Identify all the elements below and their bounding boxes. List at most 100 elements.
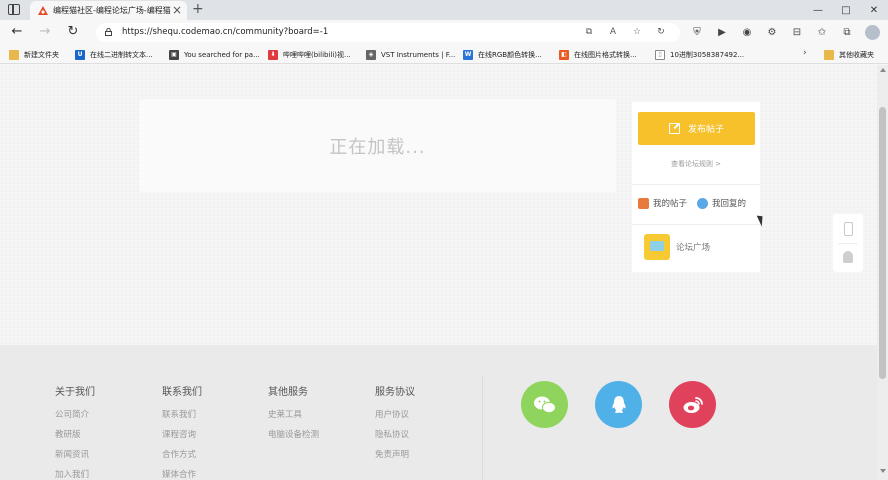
scroll-down-icon[interactable]: [880, 469, 886, 473]
publish-post-label: 发布帖子: [687, 125, 724, 135]
other-favorites-label: 其他收藏夹: [839, 50, 874, 59]
scroll-up-icon[interactable]: [880, 68, 886, 72]
url-text[interactable]: https://shequ.codemao.cn/community?board…: [122, 27, 328, 37]
weibo-icon[interactable]: [669, 381, 716, 428]
settings-icon[interactable]: ⚙: [763, 23, 781, 41]
bookmark-label: 哔哩哔哩(bilibili)视...: [283, 50, 351, 59]
my-links-row: 我的帖子 我回复的: [638, 197, 746, 209]
refresh-settings-icon[interactable]: ↻: [654, 25, 668, 39]
browser-toolbar: ← → ↻ https://shequ.codemao.cn/community…: [0, 20, 888, 45]
bookmark-item[interactable]: ▣ You searched for pa...: [169, 48, 259, 61]
footer-link[interactable]: 媒体合作: [162, 468, 202, 480]
qq-glyph: [611, 395, 626, 413]
vertical-scrollbar[interactable]: [877, 65, 888, 480]
scroll-thumb[interactable]: [879, 107, 886, 379]
extension-icon[interactable]: ◉: [738, 23, 756, 41]
maximize-button[interactable]: □: [832, 0, 860, 20]
footer-link[interactable]: 教研版: [55, 428, 95, 440]
weibo-glyph: [683, 396, 703, 413]
site-footer: 关于我们 公司简介 教研版 新闻资讯 加入我们 联系我们 联系我们 课程咨询 合…: [0, 345, 877, 480]
divider: [838, 243, 858, 244]
favorite-star-icon[interactable]: ☆: [630, 25, 644, 39]
read-aloud-icon[interactable]: A: [606, 25, 620, 39]
footer-heading: 关于我们: [55, 387, 95, 398]
qq-icon[interactable]: [595, 381, 642, 428]
lock-icon: [105, 28, 112, 36]
vst-icon: ◈: [366, 49, 376, 60]
bookmark-item[interactable]: ⬇ 哔哩哔哩(bilibili)视...: [268, 48, 358, 61]
rgb-icon: W: [463, 49, 473, 60]
avatar: [864, 25, 880, 40]
bookmark-item[interactable]: 新建文件夹: [9, 48, 69, 61]
bookmarks-overflow-icon[interactable]: ›: [803, 48, 807, 58]
footer-column-services: 其他服务 史莱工具 电脑设备检测: [268, 383, 319, 448]
wechat-glyph: [533, 396, 556, 413]
open-in-app-icon[interactable]: ⧉: [582, 25, 596, 39]
forum-rules-link[interactable]: 查看论坛规则 >: [632, 159, 760, 169]
mobile-icon[interactable]: [844, 222, 853, 236]
tab-actions-icon[interactable]: [8, 4, 20, 15]
my-posts-link[interactable]: 我的帖子: [653, 197, 687, 209]
browser-tab[interactable]: 编程猫社区-编程论坛广场-编程猫 ×: [30, 1, 187, 20]
bookmark-item[interactable]: ▯ 10进制3058387492...: [655, 48, 745, 61]
play-icon[interactable]: ▶: [713, 23, 731, 41]
post-list-card: 正在加载...: [139, 99, 616, 192]
tab-bar: 编程猫社区-编程论坛广场-编程猫 × + — □ ✕: [0, 0, 888, 20]
floating-toolbar: [833, 214, 863, 272]
forum-plaza-icon: [644, 234, 670, 260]
profile-avatar[interactable]: [863, 23, 881, 41]
bookmark-label: 10进制3058387492...: [670, 50, 745, 59]
bookmark-label: 在线RGB颜色转换...: [478, 50, 542, 59]
footer-column-contact: 联系我们 联系我们 课程咨询 合作方式 媒体合作: [162, 383, 202, 480]
new-tab-button[interactable]: +: [192, 0, 204, 18]
publish-post-button[interactable]: 发布帖子: [638, 112, 755, 145]
forum-plaza-item[interactable]: 论坛广场: [644, 234, 710, 260]
collections-icon[interactable]: ⧉: [838, 23, 856, 41]
reload-icon[interactable]: ↻: [66, 25, 80, 39]
tab-close-icon[interactable]: ×: [172, 3, 182, 17]
bookmark-item[interactable]: U 在线二进制转文本...: [75, 48, 160, 61]
bookmark-item[interactable]: ◈ VST Instruments | F...: [366, 48, 456, 61]
footer-link[interactable]: 新闻资讯: [55, 448, 95, 460]
divider: [632, 184, 760, 185]
footer-link[interactable]: 电脑设备检测: [268, 428, 319, 440]
favorites-icon[interactable]: ✩: [813, 23, 831, 41]
address-bar[interactable]: https://shequ.codemao.cn/community?board…: [96, 23, 680, 42]
bookmark-item[interactable]: W 在线RGB颜色转换...: [463, 48, 553, 61]
footer-link[interactable]: 史莱工具: [268, 408, 319, 420]
back-icon[interactable]: ←: [10, 25, 24, 39]
my-replies-link[interactable]: 我回复的: [712, 197, 746, 209]
bookmark-item[interactable]: ◧ 在线图片格式转换...: [559, 48, 649, 61]
bookmark-label: 在线二进制转文本...: [90, 50, 153, 59]
close-window-button[interactable]: ✕: [860, 0, 888, 20]
edit-icon: [668, 123, 680, 134]
footer-column-about: 关于我们 公司简介 教研版 新闻资讯 加入我们: [55, 383, 95, 480]
wechat-icon[interactable]: [521, 381, 568, 428]
folder-icon: [824, 49, 834, 60]
split-screen-icon[interactable]: ⊟: [788, 23, 806, 41]
forum-plaza-label: 论坛广场: [676, 243, 711, 253]
footer-link[interactable]: 公司简介: [55, 408, 95, 420]
footer-link[interactable]: 隐私协议: [375, 428, 415, 440]
bookmark-label: 在线图片格式转换...: [574, 50, 637, 59]
convert-icon: ◧: [559, 49, 569, 60]
footer-link[interactable]: 课程咨询: [162, 428, 202, 440]
page-icon: ▣: [169, 49, 179, 60]
footer-link[interactable]: 用户协议: [375, 408, 415, 420]
shield-icon[interactable]: ⛨: [688, 23, 706, 41]
doc-icon: ▯: [655, 49, 665, 60]
footer-heading: 联系我们: [162, 387, 202, 398]
footer-link[interactable]: 合作方式: [162, 448, 202, 460]
forward-icon[interactable]: →: [38, 25, 52, 39]
footer-link[interactable]: 加入我们: [55, 468, 95, 480]
loading-text: 正在加载...: [329, 137, 426, 158]
notification-icon[interactable]: [843, 251, 853, 263]
footer-link[interactable]: 免责声明: [375, 448, 415, 460]
footer-link[interactable]: 联系我们: [162, 408, 202, 420]
minimize-button[interactable]: —: [804, 0, 832, 20]
bookmark-label: VST Instruments | F...: [381, 50, 456, 59]
window-controls: — □ ✕: [804, 0, 888, 20]
my-replies-icon: [697, 197, 709, 209]
codemao-favicon-icon: [38, 6, 48, 15]
other-favorites[interactable]: 其他收藏夹: [824, 48, 884, 61]
